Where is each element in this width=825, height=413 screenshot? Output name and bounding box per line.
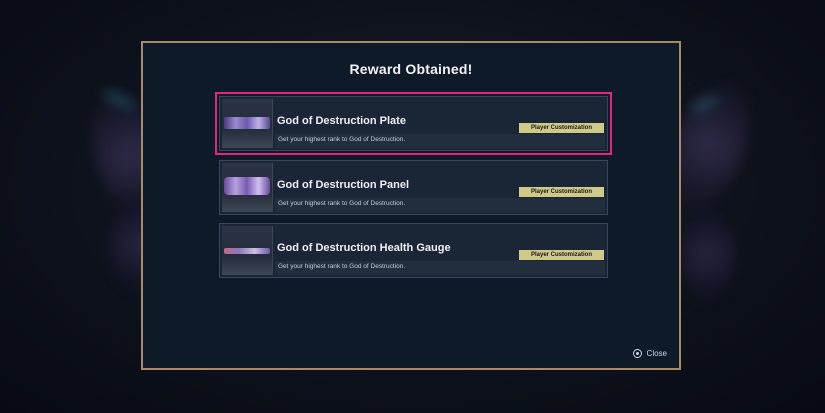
panel-thumbnail-icon: [224, 177, 270, 195]
reward-name: God of Destruction Plate: [277, 115, 406, 127]
reward-description: Get your highest rank to God of Destruct…: [278, 200, 406, 207]
reward-thumbnail: [222, 99, 273, 148]
close-button[interactable]: Close: [632, 349, 667, 358]
background-flower-right-lower: [680, 210, 735, 300]
reward-item-plate[interactable]: God of Destruction Plate Player Customiz…: [215, 92, 612, 155]
reward-category-tag: Player Customization: [519, 123, 604, 133]
gauge-thumbnail-icon: [224, 248, 270, 254]
reward-description: Get your highest rank to God of Destruct…: [278, 263, 406, 270]
reward-item-health-gauge[interactable]: God of Destruction Health Gauge Player C…: [219, 223, 608, 278]
reward-name: God of Destruction Health Gauge: [277, 242, 451, 254]
reward-thumbnail: [222, 163, 273, 212]
reward-name: God of Destruction Panel: [277, 179, 410, 191]
reward-item-panel[interactable]: God of Destruction Panel Player Customiz…: [219, 160, 608, 215]
reward-dialog: Reward Obtained! God of Destruction Plat…: [141, 41, 681, 370]
close-label: Close: [646, 349, 667, 358]
plate-thumbnail-icon: [224, 117, 270, 129]
reward-description-bar: Get your highest rank to God of Destruct…: [275, 261, 605, 275]
reward-description-bar: Get your highest rank to God of Destruct…: [275, 134, 605, 148]
reward-category-tag: Player Customization: [519, 187, 604, 197]
reward-description: Get your highest rank to God of Destruct…: [278, 136, 406, 143]
circle-button-icon: [632, 349, 642, 358]
reward-thumbnail: [222, 226, 273, 275]
reward-category-tag: Player Customization: [519, 250, 604, 260]
dialog-title: Reward Obtained!: [349, 61, 473, 77]
reward-description-bar: Get your highest rank to God of Destruct…: [275, 198, 605, 212]
